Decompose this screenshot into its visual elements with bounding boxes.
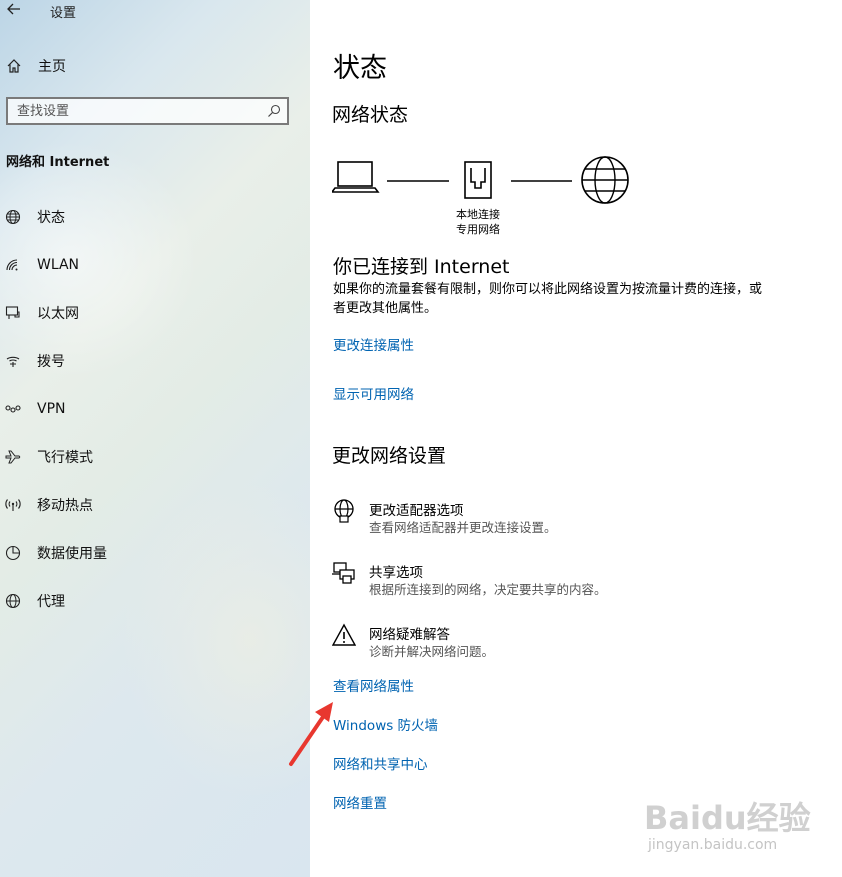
adapter-globe-icon [334,499,354,523]
sidebar-item-label: 飞行模式 [37,450,93,466]
adapter-label-name: 本地连接 [456,208,500,221]
sidebar-item-data-usage[interactable]: 数据使用量 [0,529,305,577]
home-icon [7,59,21,73]
sharing-printer-icon [332,562,355,584]
sidebar-item-airplane-mode[interactable]: 飞行模式 [0,433,305,481]
sidebar-item-proxy[interactable]: 代理 [0,577,305,625]
proxy-globe-icon [5,593,21,609]
data-usage-icon [5,545,21,561]
sidebar-item-label: 数据使用量 [37,546,107,562]
show-available-networks-link[interactable]: 显示可用网络 [333,383,414,403]
option-title: 更改适配器选项 [369,503,464,519]
sidebar-section-title: 网络和 Internet [6,155,110,170]
back-arrow-icon [7,3,20,15]
sidebar-nav: 状态 WLAN 以太网 拨号 VPN 飞行模式 移动热点 数据使用量 代理 [0,193,305,625]
dialup-icon [6,356,20,367]
sidebar-item-label: WLAN [37,257,80,273]
sidebar-item-mobile-hotspot[interactable]: 移动热点 [0,481,305,529]
sidebar-item-ethernet[interactable]: 以太网 [0,289,305,337]
sidebar-home-label: 主页 [38,59,66,75]
search-box[interactable] [6,97,289,125]
title-bar: 设置 [0,0,310,22]
sidebar-item-wlan[interactable]: WLAN [0,241,305,289]
home-globe-icon [5,209,21,225]
internet-globe-icon [581,156,629,204]
option-title: 共享选项 [369,565,423,581]
network-diagram: 本地连接 专用网络 [332,154,642,244]
sidebar-item-label: 移动热点 [37,498,93,514]
page-title: 状态 [333,53,387,84]
connection-status-title: 你已连接到 Internet [333,256,510,278]
connection-status-description: 如果你的流量套餐有限制，则你可以将此网络设置为按流量计费的连接，或者更改其他属性… [333,282,763,316]
sidebar-item-dialup[interactable]: 拨号 [0,337,305,385]
change-connection-properties-link[interactable]: 更改连接属性 [333,334,414,354]
annotation-arrow-icon [289,702,333,766]
option-description: 根据所连接到的网络，决定要共享的内容。 [369,582,607,597]
search-input[interactable] [8,99,267,123]
wifi-icon [6,259,18,271]
hotspot-icon [5,499,21,511]
ethernet-icon [5,306,20,319]
watermark-brand: Baidu经验 [644,799,811,837]
search-icon[interactable] [267,104,281,118]
option-title: 网络疑难解答 [369,627,450,643]
sidebar-item-label: 代理 [37,594,65,610]
network-troubleshooter[interactable]: 网络疑难解答 诊断并解决网络问题。 [332,623,752,667]
back-button[interactable] [4,0,26,20]
network-reset-link[interactable]: 网络重置 [333,792,387,812]
option-description: 查看网络适配器并更改连接设置。 [369,520,557,535]
main-content: 状态 网络状态 本地连接 专用网络 你已连接到 Internet 如果你的流量套… [310,0,842,877]
airplane-icon [5,450,21,464]
watermark-url: jingyan.baidu.com [648,837,778,853]
adapter-label-network: 专用网络 [456,223,500,236]
view-network-properties-link[interactable]: 查看网络属性 [333,675,414,695]
network-sharing-center-link[interactable]: 网络和共享中心 [333,753,428,773]
sidebar-item-label: 状态 [37,210,65,226]
ethernet-adapter-icon [464,161,492,199]
sidebar-home[interactable]: 主页 [0,52,300,80]
laptop-icon [332,161,380,193]
sidebar-item-label: 以太网 [37,306,79,322]
windows-firewall-link[interactable]: Windows 防火墙 [333,714,438,734]
app-title: 设置 [50,6,77,21]
baidu-watermark: Baidu经验 jingyan.baidu.com [636,785,836,865]
sidebar-item-vpn[interactable]: VPN [0,385,305,433]
change-network-settings-heading: 更改网络设置 [332,445,447,467]
sharing-options[interactable]: 共享选项 根据所连接到的网络，决定要共享的内容。 [332,561,752,605]
warning-icon [332,623,356,646]
sidebar-item-status[interactable]: 状态 [0,193,305,241]
sidebar: 设置 主页 网络和 Internet [0,0,310,877]
sidebar-item-label: 拨号 [37,354,65,370]
option-description: 诊断并解决网络问题。 [369,644,495,659]
network-status-heading: 网络状态 [332,104,409,126]
sidebar-item-label: VPN [37,401,66,417]
vpn-icon [5,405,21,413]
change-adapter-options[interactable]: 更改适配器选项 查看网络适配器并更改连接设置。 [332,499,752,543]
